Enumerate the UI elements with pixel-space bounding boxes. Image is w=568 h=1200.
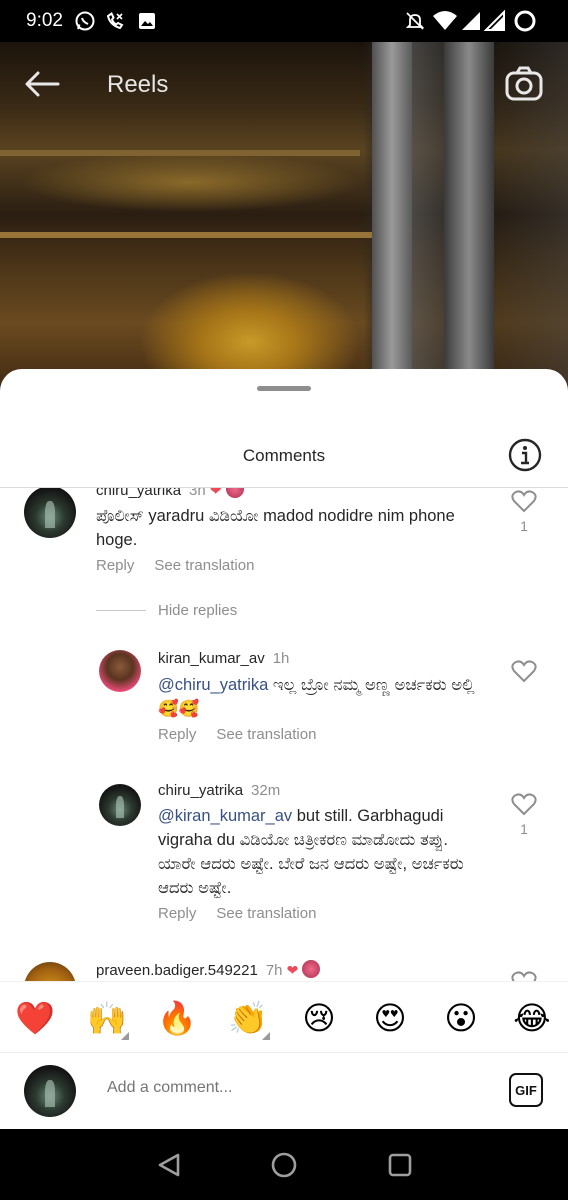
comment-username[interactable]: chiru_yatrika 3h ❤ — [96, 488, 244, 499]
comments-sheet: Comments chiru_yatrika 3h ❤ ಪೊಲೀಸ್ yaradr… — [0, 369, 568, 1129]
reply-button[interactable]: Reply — [96, 557, 134, 574]
comment-text: @kiran_kumar_av but still. Garbhagudi vi… — [158, 804, 484, 900]
see-translation-button[interactable]: See translation — [216, 905, 316, 922]
recents-square-icon[interactable] — [386, 1151, 414, 1179]
comment-actions: Reply See translation — [96, 557, 274, 574]
reply-button[interactable]: Reply — [158, 726, 196, 743]
home-circle-icon[interactable] — [270, 1151, 298, 1179]
emoji-crying-button[interactable]: 😢 — [297, 998, 341, 1038]
reply-button[interactable]: Reply — [158, 905, 196, 922]
comments-list: chiru_yatrika 3h ❤ ಪೊಲೀಸ್ yaradru ವಿಡಿಯೋ … — [0, 488, 568, 981]
arrow-left-icon[interactable] — [22, 68, 62, 100]
avatar[interactable] — [24, 488, 76, 538]
like-heart-icon[interactable] — [511, 489, 537, 513]
emoji-heart-eyes-button[interactable]: 😍 — [368, 998, 412, 1038]
emoji-surprised-button[interactable]: 😮 — [439, 998, 483, 1038]
page-title: Reels — [107, 71, 169, 98]
avatar[interactable] — [99, 784, 141, 826]
creator-avatar — [302, 960, 321, 978]
video-detail — [0, 150, 360, 156]
emoji-heart-button[interactable]: ❤️ — [13, 998, 57, 1038]
emoji-raised-hands-button[interactable]: 🙌 — [85, 998, 129, 1040]
comment-text: @chiru_yatrika ಇಲ್ಲ ಬ್ರೋ ನಮ್ಮ ಅಣ್ಣ ಅರ್ಚಕ… — [158, 673, 498, 721]
gallery-icon — [136, 10, 158, 32]
comment-username[interactable]: kiran_kumar_av 1h — [158, 650, 289, 667]
mention-link[interactable]: @chiru_yatrika — [158, 676, 268, 694]
comment-actions: Reply See translation — [158, 726, 336, 743]
emoji-clap-button[interactable]: 👏 — [226, 998, 270, 1040]
reels-header: Reels — [0, 42, 568, 126]
video-detail — [0, 232, 380, 238]
username-text: kiran_kumar_av — [158, 650, 265, 667]
like-heart-icon[interactable] — [511, 970, 537, 981]
comment-input[interactable] — [107, 1079, 487, 1097]
creator-liked-heart-icon: ❤ — [286, 962, 299, 978]
comment-composer: GIF — [0, 1055, 568, 1129]
skin-tone-indicator — [262, 1032, 270, 1040]
svg-text:x: x — [450, 12, 456, 22]
emoji-fire-button[interactable]: 🔥 — [155, 998, 199, 1038]
username-text: praveen.badiger.549221 — [96, 962, 258, 979]
hide-replies-button[interactable]: Hide replies — [158, 602, 237, 619]
comment-time: 7h — [265, 962, 283, 979]
info-icon[interactable] — [508, 438, 542, 472]
like-count: 1 — [520, 518, 528, 534]
comment-time: 3h — [189, 488, 206, 499]
mention-link[interactable]: @kiran_kumar_av — [158, 807, 292, 825]
like-heart-icon[interactable] — [511, 659, 537, 683]
creator-liked-heart-icon: ❤ — [209, 488, 222, 498]
comment-username[interactable]: chiru_yatrika 32m — [158, 782, 280, 799]
see-translation-button[interactable]: See translation — [216, 726, 316, 743]
signal-icon — [460, 10, 482, 32]
camera-icon[interactable] — [504, 64, 544, 104]
username-text: chiru_yatrika — [158, 782, 244, 799]
status-time: 9:02 — [26, 10, 63, 31]
dnd-bell-off-icon — [404, 10, 426, 32]
emoji-glyph: 🙌 — [87, 1000, 127, 1036]
gif-button[interactable]: GIF — [509, 1073, 543, 1107]
battery-ring-icon — [512, 10, 538, 32]
whatsapp-icon — [74, 10, 96, 32]
skin-tone-indicator — [121, 1032, 129, 1040]
back-triangle-icon[interactable] — [156, 1151, 184, 1179]
avatar[interactable] — [24, 962, 76, 981]
avatar[interactable] — [99, 650, 141, 692]
emoji-glyph: 👏 — [228, 1000, 268, 1036]
comment-username[interactable]: praveen.badiger.549221 7h ❤ — [96, 960, 321, 979]
wifi-icon: x — [432, 10, 458, 32]
comment-actions: Reply See translation — [158, 905, 336, 922]
username-text: chiru_yatrika — [96, 488, 182, 499]
signal-icon-2 — [484, 10, 506, 32]
sheet-title: Comments — [242, 446, 326, 465]
like-heart-icon[interactable] — [511, 792, 537, 816]
drag-handle[interactable] — [257, 386, 311, 391]
like-count: 1 — [520, 821, 528, 837]
see-translation-button[interactable]: See translation — [154, 557, 254, 574]
emoji-laughing-button[interactable]: 😂 — [510, 998, 554, 1038]
missed-call-icon — [104, 10, 126, 32]
creator-avatar — [225, 488, 244, 498]
divider — [96, 610, 146, 611]
comment-text: ಪೊಲೀಸ್ yaradru ವಿಡಿಯೋ madod nodidre nim … — [96, 507, 455, 549]
comment-time: 1h — [272, 650, 290, 667]
system-nav-bar — [0, 1129, 568, 1200]
emoji-reaction-bar: ❤️ 🙌 🔥 👏 😢 😍 😮 😂 — [0, 981, 568, 1053]
my-avatar — [24, 1065, 76, 1117]
status-bar: 9:02 x — [0, 0, 568, 42]
comment-time: 32m — [251, 782, 281, 799]
